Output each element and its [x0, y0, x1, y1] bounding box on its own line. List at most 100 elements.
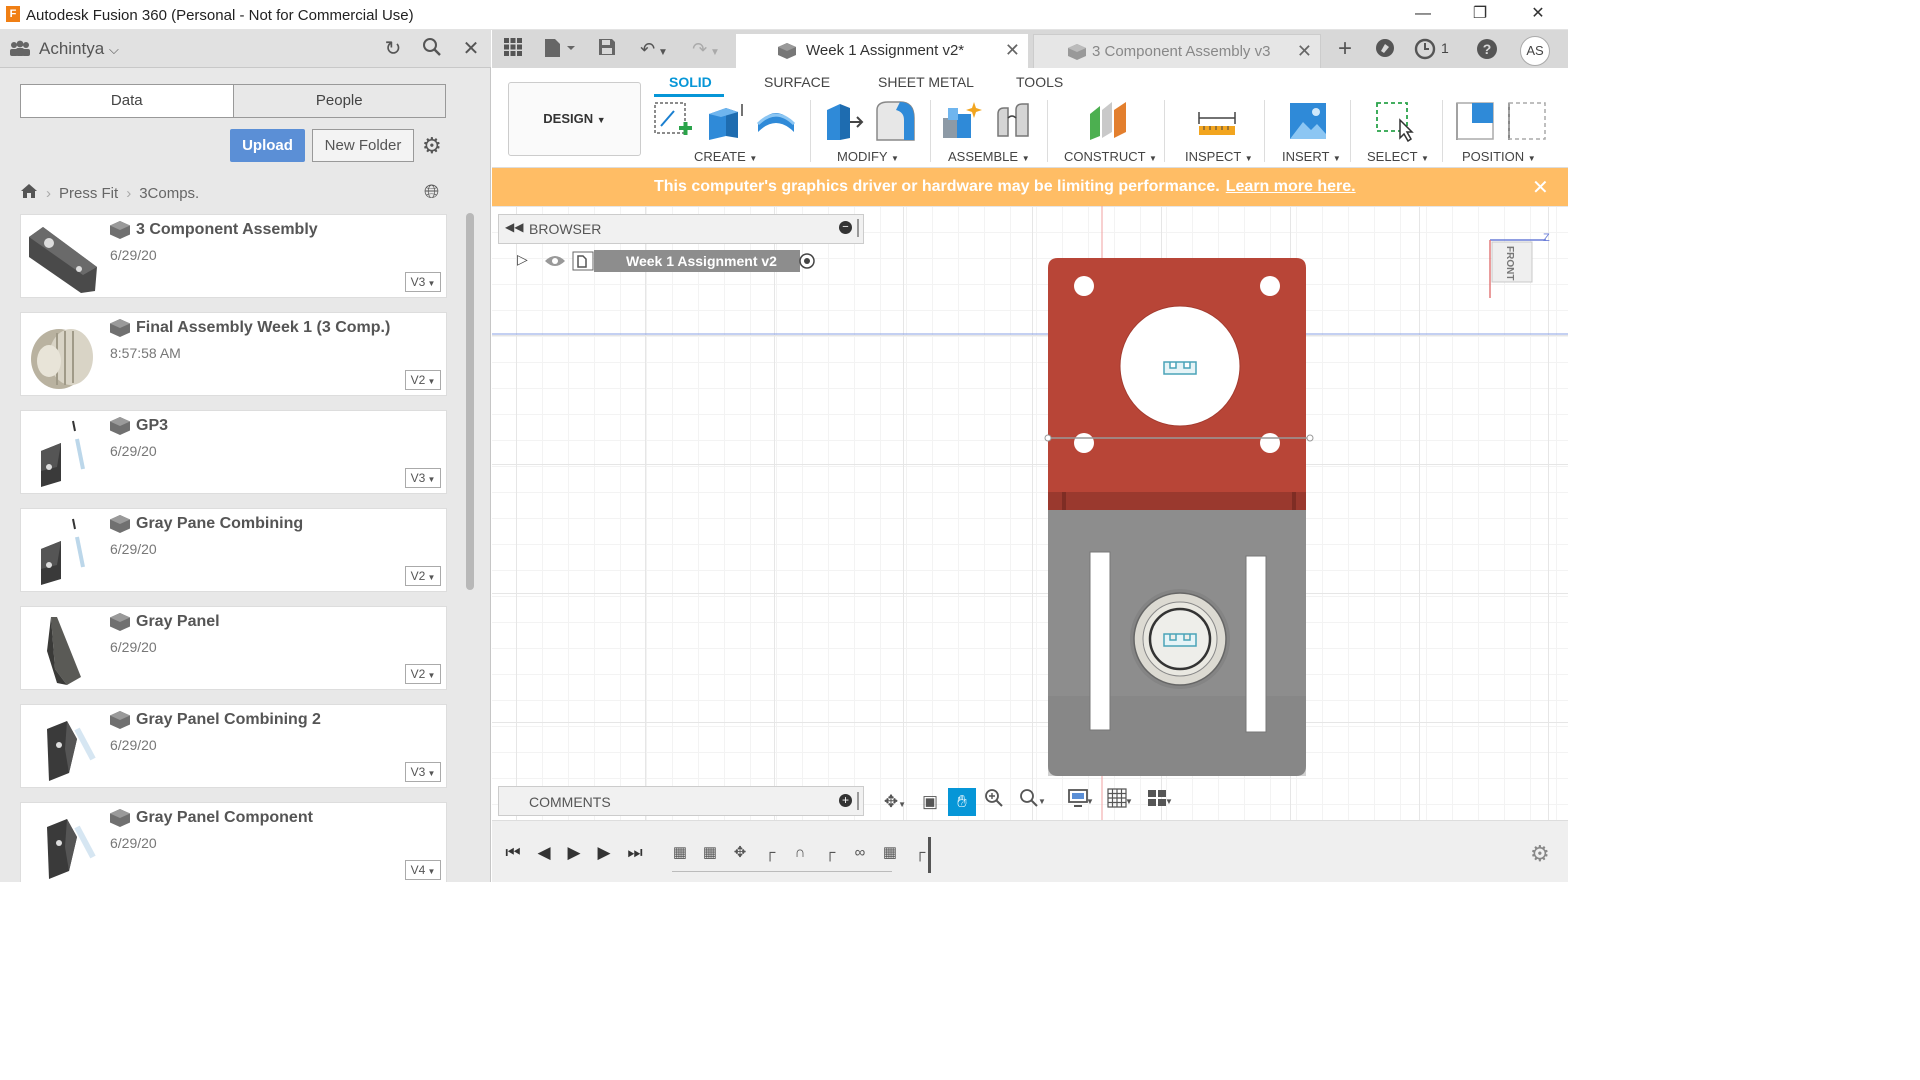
create-menu[interactable]: CREATE ▼	[694, 149, 757, 164]
minimize-browser-icon[interactable]: −	[839, 221, 852, 234]
pan-hand-icon[interactable]: ✋︎	[948, 788, 976, 816]
new-tab-icon[interactable]: +	[1332, 37, 1358, 61]
expand-arrow-icon[interactable]: ▷	[517, 251, 528, 268]
timeline-marker[interactable]	[928, 837, 931, 873]
move-feature-icon[interactable]: ✥	[728, 841, 752, 865]
position-menu[interactable]: POSITION ▼	[1462, 149, 1536, 164]
close-tab-icon[interactable]: ✕	[1005, 40, 1020, 61]
inspect-menu[interactable]: INSPECT ▼	[1185, 149, 1253, 164]
file-menu-icon[interactable]	[540, 38, 580, 60]
version-dropdown[interactable]: V3 ▼	[405, 762, 441, 782]
panel-grip[interactable]	[857, 792, 859, 810]
view-cube[interactable]: FRONT Z	[1488, 232, 1552, 300]
minimize-button[interactable]: —	[1400, 0, 1446, 30]
breadcrumb-item[interactable]: 3Comps.	[139, 185, 199, 202]
go-to-start-icon[interactable]: ⏮︎	[501, 841, 525, 865]
version-dropdown[interactable]: V2 ▼	[405, 566, 441, 586]
tab-people[interactable]: People	[233, 85, 445, 117]
rigid-group-icon[interactable]: ∞	[848, 841, 872, 865]
learn-more-link[interactable]: Learn more here.	[1226, 178, 1356, 195]
activate-radio-icon[interactable]	[798, 252, 816, 270]
close-banner-icon[interactable]: ✕	[1532, 175, 1549, 200]
file-card[interactable]: Gray Panel Component 6/29/20 V4 ▼	[20, 802, 447, 882]
construct-menu[interactable]: CONSTRUCT ▼	[1064, 149, 1157, 164]
look-at-icon[interactable]: ▣	[916, 788, 944, 816]
orbit-icon[interactable]: ✥▼	[876, 788, 914, 816]
timeline-feature-icon[interactable]: ┌	[818, 841, 842, 865]
zoom-icon[interactable]	[980, 788, 1008, 816]
refresh-icon[interactable]: ↻	[381, 37, 405, 61]
revert-position-icon[interactable]	[1506, 100, 1548, 142]
timeline-feature-icon[interactable]: ▦	[668, 841, 692, 865]
gear-icon[interactable]: ⚙	[422, 133, 442, 159]
tab-surface[interactable]: SURFACE	[764, 74, 830, 90]
play-icon[interactable]: ▶︎	[562, 841, 586, 865]
app-grid-icon[interactable]	[500, 38, 526, 60]
assemble-menu[interactable]: ASSEMBLE ▼	[948, 149, 1030, 164]
modify-menu[interactable]: MODIFY ▼	[837, 149, 899, 164]
tab-tools[interactable]: TOOLS	[1016, 74, 1063, 90]
home-icon[interactable]	[20, 183, 38, 203]
tab-data[interactable]: Data	[21, 85, 234, 117]
joint-icon[interactable]	[994, 100, 1036, 142]
workspace-selector[interactable]: DESIGN ▼	[508, 82, 641, 156]
close-tab-icon[interactable]: ✕	[1297, 41, 1312, 62]
press-pull-icon[interactable]	[822, 100, 864, 142]
revolve-icon[interactable]	[755, 100, 797, 142]
collapse-panel-icon[interactable]: ◀◀	[505, 220, 523, 234]
version-dropdown[interactable]: V3 ▼	[405, 272, 441, 292]
insert-menu[interactable]: INSERT ▼	[1282, 149, 1341, 164]
measure-icon[interactable]	[1196, 100, 1238, 142]
capture-position-icon[interactable]	[1454, 100, 1496, 142]
new-folder-button[interactable]: New Folder	[312, 129, 414, 162]
undo-icon[interactable]: ↶ ▼	[634, 38, 674, 60]
version-dropdown[interactable]: V3 ▼	[405, 468, 441, 488]
browser-root-node[interactable]: ▷ Week 1 Assignment v2	[514, 249, 815, 273]
design-canvas[interactable]: ◀◀ BROWSER − ▷ Week 1 Assignment v2 FRON…	[492, 206, 1568, 820]
panel-grip[interactable]	[857, 219, 859, 237]
timeline-feature-icon[interactable]: ┌	[758, 841, 782, 865]
restore-button[interactable]: ❐	[1457, 0, 1503, 30]
globe-icon[interactable]: 🌐︎	[424, 182, 439, 204]
file-card[interactable]: Gray Panel Combining 2 6/29/20 V3 ▼	[20, 704, 447, 788]
display-settings-icon[interactable]: ▼	[1058, 788, 1098, 816]
visibility-eye-icon[interactable]	[544, 253, 566, 269]
create-sketch-icon[interactable]	[652, 100, 694, 142]
close-panel-icon[interactable]: ✕	[459, 37, 483, 61]
version-dropdown[interactable]: V2 ▼	[405, 370, 441, 390]
file-card[interactable]: GP3 6/29/20 V3 ▼	[20, 410, 447, 494]
file-card[interactable]: Gray Pane Combining 6/29/20 V2 ▼	[20, 508, 447, 592]
search-icon[interactable]	[420, 37, 444, 61]
step-forward-icon[interactable]: ▶︎	[592, 841, 616, 865]
version-dropdown[interactable]: V4 ▼	[405, 860, 441, 880]
select-menu[interactable]: SELECT ▼	[1367, 149, 1429, 164]
save-icon[interactable]	[594, 38, 620, 60]
close-window-button[interactable]: ✕	[1515, 0, 1561, 30]
breadcrumb-item[interactable]: Press Fit	[59, 185, 118, 202]
step-back-icon[interactable]: ◀︎	[532, 841, 556, 865]
timeline-feature-icon[interactable]: ▦	[698, 841, 722, 865]
go-to-end-icon[interactable]: ⏭︎	[623, 841, 647, 865]
viewports-icon[interactable]: ▼	[1138, 788, 1176, 816]
fit-icon[interactable]: ▼	[1010, 788, 1050, 816]
offset-plane-icon[interactable]	[1087, 100, 1129, 142]
redo-icon[interactable]: ↷ ▼	[686, 38, 726, 60]
version-dropdown[interactable]: V2 ▼	[405, 664, 441, 684]
file-card[interactable]: Final Assembly Week 1 (3 Comp.) 8:57:58 A…	[20, 312, 447, 396]
job-status[interactable]: 1	[1414, 38, 1454, 60]
add-comment-icon[interactable]: +	[839, 794, 852, 807]
new-component-icon[interactable]	[940, 100, 982, 142]
joint-feature-icon[interactable]: ∩	[788, 841, 812, 865]
extrude-icon[interactable]	[704, 100, 746, 142]
scrollbar[interactable]	[466, 213, 474, 590]
timeline-settings-gear-icon[interactable]: ⚙	[1530, 841, 1550, 867]
timeline-feature-icon[interactable]: ▦	[878, 841, 902, 865]
fillet-icon[interactable]	[874, 100, 916, 142]
file-card[interactable]: Gray Panel 6/29/20 V2 ▼	[20, 606, 447, 690]
select-window-icon[interactable]	[1374, 100, 1416, 142]
grid-settings-icon[interactable]: ▼	[1098, 788, 1136, 816]
tab-solid[interactable]: SOLID	[669, 74, 712, 90]
file-card[interactable]: 3 Component Assembly 6/29/20 V3 ▼	[20, 214, 447, 298]
insert-image-icon[interactable]	[1287, 100, 1329, 142]
upload-button[interactable]: Upload	[230, 129, 305, 162]
